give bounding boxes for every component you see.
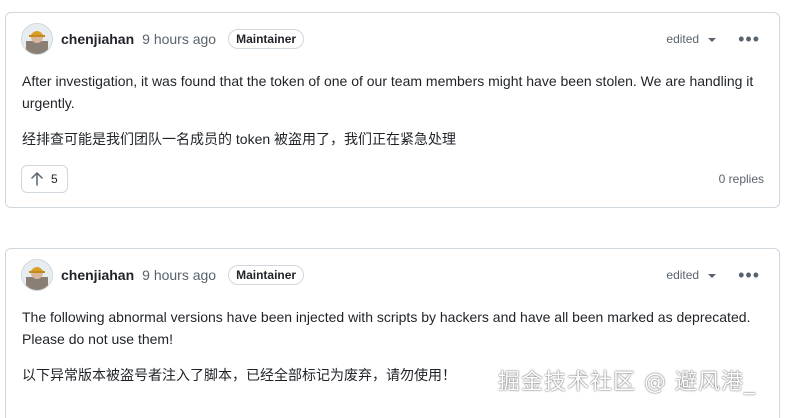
edited-label: edited [666, 32, 700, 46]
comment-text-zh: 经排查可能是我们团队一名成员的 token 被盗用了，我们正在紧急处理 [22, 131, 457, 147]
comment-card: chenjiahan 9 hours ago Maintainer edited… [5, 12, 780, 208]
maintainer-badge: Maintainer [228, 29, 305, 49]
edited-dropdown[interactable]: edited [666, 268, 717, 282]
edited-label: edited [666, 268, 700, 282]
author-name[interactable]: chenjiahan [61, 31, 134, 47]
kebab-horizontal-icon[interactable]: ••• [738, 266, 760, 284]
comment-text-en: After investigation, it was found that t… [22, 73, 754, 111]
triangle-down-icon [708, 38, 717, 42]
comment-header: chenjiahan 9 hours ago Maintainer edited… [21, 22, 764, 56]
comment-footer: 5 0 replies [21, 164, 764, 194]
comment-header: chenjiahan 9 hours ago Maintainer edited… [21, 258, 764, 292]
edited-dropdown[interactable]: edited [666, 32, 717, 46]
arrow-up-icon [31, 172, 43, 186]
avatar[interactable] [21, 259, 53, 291]
author-name[interactable]: chenjiahan [61, 267, 134, 283]
timestamp[interactable]: 9 hours ago [142, 31, 216, 47]
timestamp[interactable]: 9 hours ago [142, 267, 216, 283]
replies-count[interactable]: 0 replies [719, 172, 764, 186]
comment-body: After investigation, it was found that t… [22, 70, 763, 150]
triangle-down-icon [708, 274, 717, 278]
kebab-horizontal-icon[interactable]: ••• [738, 30, 760, 48]
upvote-button[interactable]: 5 [21, 165, 68, 193]
avatar[interactable] [21, 23, 53, 55]
comment-text-en: The following abnormal versions have bee… [22, 309, 751, 347]
upvote-count: 5 [51, 172, 58, 186]
maintainer-badge: Maintainer [228, 265, 305, 285]
watermark: 掘金技术社区 @ 避风港_ [498, 370, 756, 395]
